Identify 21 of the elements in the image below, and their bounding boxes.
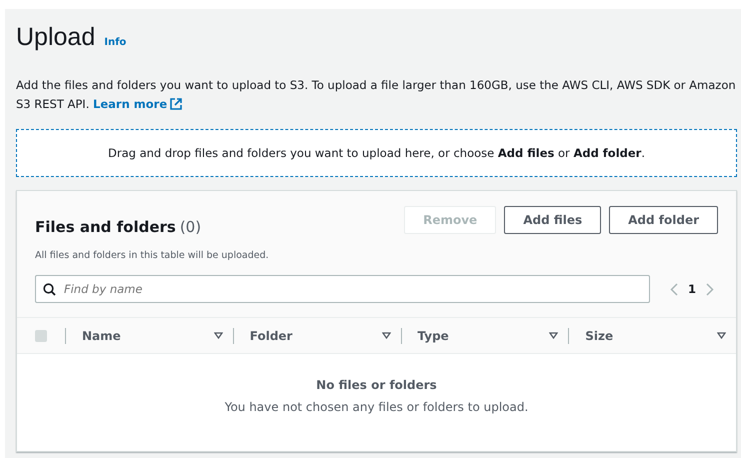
column-header[interactable]: Folder xyxy=(250,328,292,342)
page-title: Upload xyxy=(16,23,96,52)
sort-icon[interactable] xyxy=(214,332,223,339)
action-button[interactable]: Add folder xyxy=(609,206,718,234)
sort-icon[interactable] xyxy=(717,332,726,339)
external-link-icon[interactable] xyxy=(170,98,182,110)
description-text: Add the files and folders you want to upload to S3. To upload a file larger than 160GB, use the AWS CLI, AWS SDK or Amazon S3 REST API. Learn more xyxy=(16,77,737,113)
sort-icon[interactable] xyxy=(549,332,558,339)
column-header[interactable]: Type xyxy=(418,328,449,342)
action-button[interactable]: Add files xyxy=(504,206,602,234)
learn-more-link[interactable]: Learn more xyxy=(93,97,182,111)
empty-title: No files or folders xyxy=(316,378,437,392)
empty-message: You have not chosen any files or folders to upload. xyxy=(224,400,528,414)
search-field[interactable]: Find by name xyxy=(35,275,650,303)
sort-icon[interactable] xyxy=(382,332,390,339)
info-link[interactable]: Info xyxy=(104,37,126,48)
page-number[interactable]: 1 xyxy=(688,282,696,296)
column-header[interactable]: Name xyxy=(82,328,121,342)
panel-subtitle: All files and folders in this table will be uploaded. xyxy=(34,249,270,261)
column-header[interactable]: Size xyxy=(585,328,614,342)
panel-title: Files and folders (0) xyxy=(35,218,202,236)
